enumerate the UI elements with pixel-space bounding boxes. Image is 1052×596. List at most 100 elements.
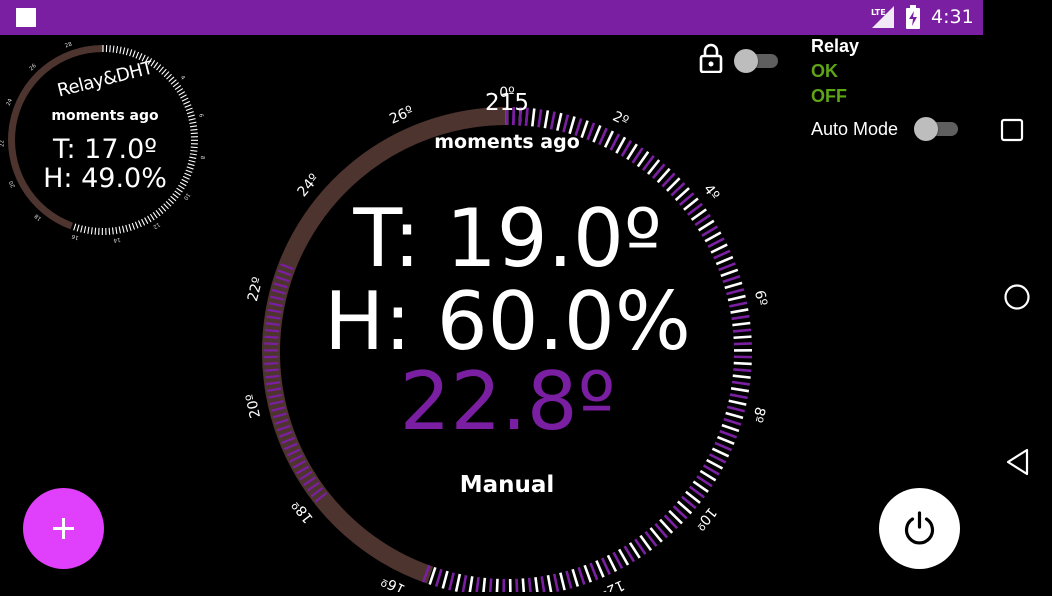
mini-dial-tick	[142, 219, 145, 225]
mode-label: Manual	[407, 472, 607, 498]
mini-dial-tick	[161, 206, 166, 211]
mini-dial-tick-label: 22	[0, 140, 6, 147]
dial-tick	[542, 576, 545, 592]
mini-dial-tick	[84, 226, 85, 233]
status-bar: LTE 4:31	[0, 0, 983, 35]
dial-tick	[591, 563, 598, 580]
mini-dial-tick	[81, 226, 83, 233]
mini-dial-widget[interactable]: 28262422201816141210864 Relay&DHT moment…	[0, 35, 210, 245]
mini-dial-tick	[171, 80, 176, 84]
mini-dial-tick	[116, 227, 117, 234]
dial-tick	[497, 579, 498, 592]
plus-icon	[23, 488, 104, 569]
mini-dial-tick	[133, 51, 135, 58]
mini-dial-tick	[116, 46, 117, 53]
mini-dial-tick	[191, 147, 198, 148]
main-dial-updated: moments ago	[407, 131, 607, 153]
dial-tick	[535, 577, 537, 592]
mini-dial-tick	[173, 194, 179, 198]
mini-dial-tick	[156, 65, 160, 71]
mini-dial-tick	[173, 83, 179, 87]
dial-tick	[456, 574, 460, 592]
home-icon[interactable]	[1003, 283, 1031, 311]
mini-dial-tick-label: 20	[8, 179, 17, 188]
battery-charging-icon	[906, 5, 920, 29]
mini-dial-tick-label: 24	[6, 98, 14, 107]
dial-tick	[483, 578, 485, 592]
relay-status-off: OFF	[811, 86, 847, 107]
mini-dial-tick	[122, 226, 124, 233]
dial-tick	[579, 567, 585, 584]
dial-tick	[476, 577, 478, 592]
dial-tick	[523, 578, 524, 592]
mini-dial-tick	[156, 210, 160, 216]
mini-dial-tick	[126, 48, 128, 55]
mini-dial-tick	[171, 196, 176, 200]
dial-tick	[602, 558, 610, 574]
power-icon	[879, 488, 960, 569]
mini-dial-tick	[126, 225, 128, 232]
mini-dial-tick	[187, 112, 194, 114]
mini-dial-tick	[150, 214, 154, 220]
mini-dial-tick	[189, 157, 196, 158]
mini-dial-tick	[190, 150, 197, 151]
dial-tick	[567, 571, 572, 588]
mini-dial-tick	[136, 52, 139, 58]
mini-dial-tick	[167, 74, 172, 79]
auto-mode-toggle[interactable]	[914, 117, 960, 139]
mini-dial-tick	[182, 98, 188, 101]
dial-tick	[529, 578, 531, 592]
mini-dial-tick	[164, 204, 169, 209]
mini-dial-tick	[191, 133, 198, 134]
mini-dial-tick	[77, 225, 79, 232]
add-button[interactable]	[23, 488, 104, 569]
mini-dial-tick	[74, 224, 76, 231]
mini-dial-tick	[188, 115, 195, 117]
dial-tick	[517, 579, 518, 592]
auto-mode-label: Auto Mode	[811, 119, 898, 140]
lock-icon[interactable]	[699, 43, 723, 73]
mini-dial-tick-label: 8	[199, 155, 206, 160]
mini-dial-tick-label: 18	[33, 212, 43, 221]
dial-tick	[608, 555, 616, 571]
dial-tick	[573, 569, 578, 586]
dial-tick	[596, 561, 603, 578]
power-button[interactable]	[879, 488, 960, 569]
mini-dial-tick-label: 4	[179, 75, 186, 82]
mini-dial-tick	[148, 216, 152, 222]
mini-dial-tick	[123, 48, 125, 55]
dial-tick	[490, 578, 491, 592]
mini-dial-tick-label: 26	[29, 63, 39, 73]
mini-dial-tick	[189, 122, 196, 123]
dial-tick-label: 16º	[379, 572, 408, 592]
dial-tick	[470, 576, 473, 592]
mini-dial-tick	[186, 108, 193, 110]
dial-tick	[449, 573, 453, 590]
mini-dial-humidity: H: 49.0%	[20, 163, 190, 194]
main-temperature: T: 19.0º	[255, 193, 760, 285]
lock-toggle[interactable]	[734, 49, 780, 71]
mini-dial-tick	[169, 77, 174, 82]
clock: 4:31	[931, 6, 974, 28]
mini-dial-tick	[129, 224, 131, 231]
mini-dial-tick	[110, 45, 111, 52]
mini-dial-tick	[135, 222, 138, 229]
recents-icon[interactable]	[1000, 118, 1024, 142]
mini-dial-tick	[190, 129, 197, 130]
mini-dial-tick	[113, 227, 114, 234]
back-icon[interactable]	[1005, 448, 1031, 476]
mini-dial-tick	[180, 95, 186, 98]
mini-dial-tick	[175, 86, 181, 90]
main-dial-widget[interactable]: 0º2º4º6º8º10º12º14º16º18º20º22º24º26º 21…	[235, 35, 780, 592]
dial-tick	[563, 115, 567, 132]
mini-dial-tick	[179, 92, 185, 96]
dial-tick	[554, 574, 558, 592]
dial-tick-label: 2º	[610, 109, 631, 130]
mini-dial-tick	[159, 208, 163, 213]
lock-toggle-knob	[734, 49, 758, 73]
network-type: LTE	[871, 8, 886, 17]
relay-label: Relay	[811, 36, 859, 57]
dial-tick	[443, 571, 448, 588]
mini-dial-tick	[162, 69, 167, 74]
mini-dial-tick	[185, 105, 191, 108]
